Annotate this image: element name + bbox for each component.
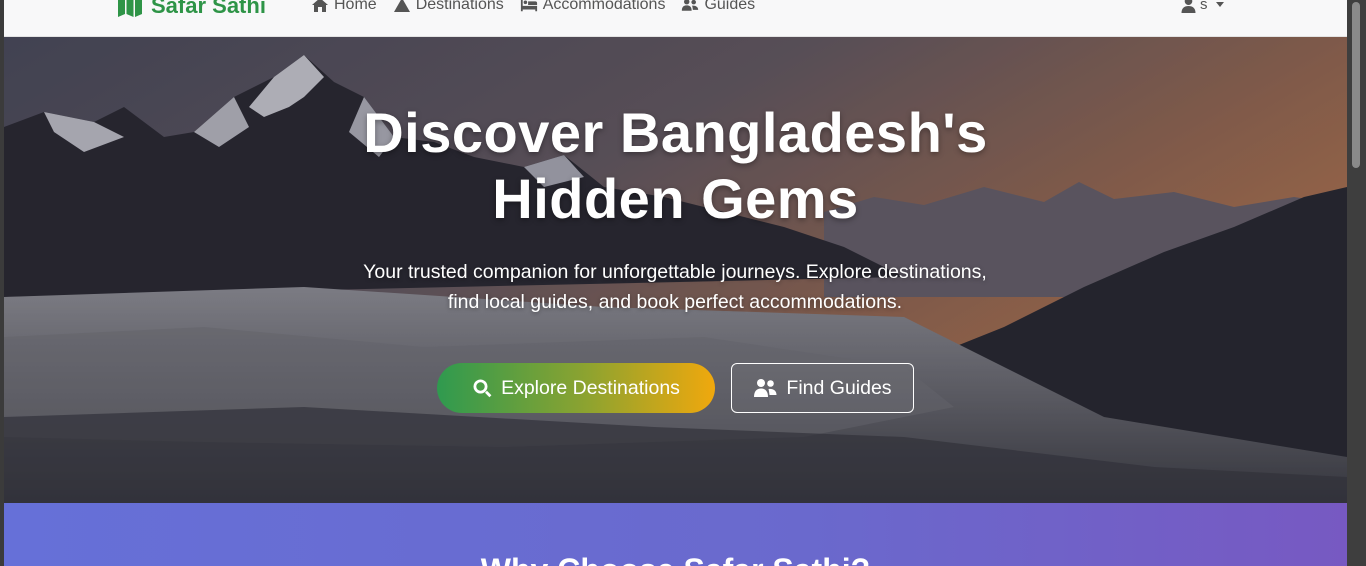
user-menu-dropdown[interactable]: s — [1181, 0, 1224, 13]
hero-subtitle-line1: Your trusted companion for unforgettable… — [363, 261, 987, 283]
hero-title-line1: Discover Bangladesh's — [363, 101, 988, 164]
browser-viewport: Safar Sathi Home Destinations Accommodat… — [0, 0, 1366, 566]
hero-section: Discover Bangladesh's Hidden Gems Your t… — [4, 37, 1347, 503]
nav-links: Home Destinations Accommodations Guides — [311, 0, 755, 14]
features-section: Why Choose Safar Sathi? — [4, 503, 1347, 566]
nav-guides[interactable]: Guides — [681, 0, 755, 14]
users-icon — [754, 379, 777, 397]
hero-title-line2: Hidden Gems — [492, 167, 859, 230]
navbar: Safar Sathi Home Destinations Accommodat… — [4, 0, 1347, 37]
nav-accommodations-label: Accommodations — [542, 0, 666, 13]
search-icon — [473, 379, 492, 398]
nav-home[interactable]: Home — [311, 0, 377, 14]
user-icon — [1181, 0, 1196, 13]
hero-subtitle-line2: find local guides, and book perfect acco… — [447, 291, 903, 313]
brand-name: Safar Sathi — [151, 0, 266, 18]
nav-destinations[interactable]: Destinations — [393, 0, 504, 14]
find-guides-label: Find Guides — [786, 376, 892, 399]
find-guides-button[interactable]: Find Guides — [731, 363, 914, 413]
web-page: Safar Sathi Home Destinations Accommodat… — [4, 0, 1347, 566]
nav-accommodations[interactable]: Accommodations — [520, 0, 666, 14]
brand-logo[interactable]: Safar Sathi — [117, 0, 266, 19]
nav-home-label: Home — [334, 0, 377, 13]
explore-destinations-button[interactable]: Explore Destinations — [437, 363, 715, 413]
chevron-down-icon — [1215, 2, 1224, 7]
features-title: Why Choose Safar Sathi? — [4, 550, 1347, 566]
scrollbar[interactable] — [1347, 0, 1366, 566]
hero-subtitle: Your trusted companion for unforgettable… — [275, 257, 1075, 317]
bed-icon — [520, 0, 537, 12]
explore-destinations-label: Explore Destinations — [501, 376, 680, 399]
user-name: s — [1200, 0, 1208, 13]
mountain-icon — [393, 0, 410, 12]
nav-guides-label: Guides — [704, 0, 756, 13]
hero-title: Discover Bangladesh's Hidden Gems — [4, 100, 1347, 232]
map-icon — [118, 0, 142, 17]
scrollbar-thumb[interactable] — [1352, 2, 1360, 168]
users-icon — [682, 0, 699, 11]
home-icon — [312, 0, 328, 12]
nav-destinations-label: Destinations — [415, 0, 504, 13]
